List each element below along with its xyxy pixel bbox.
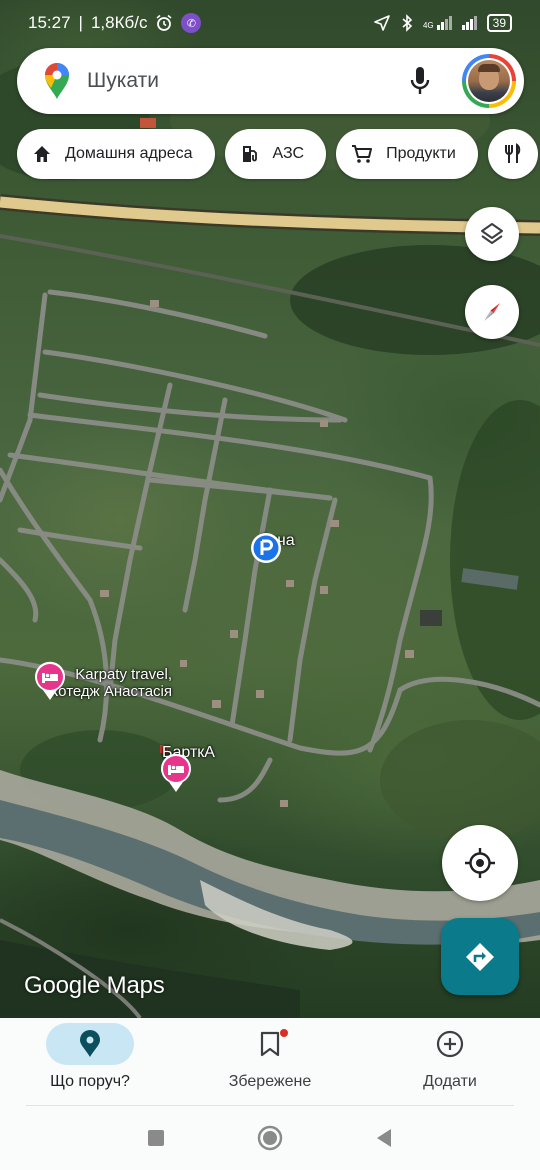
network-speed: 1,8Кб/с (90, 13, 148, 32)
hotel-pin-icon (35, 661, 65, 700)
hotel-pin-icon (161, 753, 191, 792)
place-bartka[interactable]: БарткА (158, 744, 215, 792)
my-location-icon (465, 848, 495, 878)
place-karpaty-travel[interactable]: Karpaty travel, Котедж Анастасія (30, 661, 172, 700)
nav-icon-container (226, 1023, 314, 1065)
home-button-icon[interactable] (257, 1125, 283, 1151)
bookmark-icon (260, 1031, 280, 1057)
cell-signal-icon: 4G (423, 16, 452, 30)
recent-apps-icon[interactable] (147, 1129, 165, 1147)
search-input[interactable]: Шукати (87, 69, 400, 93)
nav-explore[interactable]: Що поруч? (0, 1018, 180, 1106)
search-bar[interactable]: Шукати (17, 48, 524, 114)
chip-label: АЗС (272, 145, 305, 162)
google-maps-attribution: Google Maps (24, 972, 165, 999)
cart-icon (352, 145, 373, 163)
my-location-button[interactable] (442, 825, 518, 901)
nav-label: Що поруч? (50, 1073, 130, 1090)
chip-label: Домашня адреса (65, 145, 193, 162)
chip-gas-station[interactable]: АЗС (224, 129, 327, 179)
layers-icon (481, 223, 503, 244)
account-avatar[interactable] (462, 54, 516, 108)
nav-label: Збережене (228, 1073, 312, 1090)
cell-signal-2-icon (461, 16, 477, 30)
google-maps-logo-icon (37, 62, 77, 100)
nav-icon-container (406, 1023, 494, 1065)
chip-restaurants[interactable] (487, 129, 538, 179)
system-navigation-bar (0, 1106, 540, 1170)
notification-dot (280, 1029, 288, 1037)
back-icon[interactable] (375, 1128, 393, 1148)
location-arrow-icon (374, 15, 390, 31)
bottom-navigation: Що поруч? Збережене Додати (0, 1018, 540, 1106)
alarm-icon (156, 14, 172, 31)
network-type: 4G (422, 21, 434, 30)
category-chips: Домашня адреса АЗС Продукти (17, 129, 538, 179)
directions-button[interactable] (441, 918, 519, 995)
nav-saved[interactable]: Збережене (180, 1018, 360, 1106)
profile-photo (468, 60, 510, 102)
location-pin-icon (80, 1030, 100, 1057)
chip-label: Продукти (386, 145, 456, 162)
restaurant-icon (504, 143, 521, 163)
battery-indicator: 39 (486, 14, 512, 32)
nav-contribute[interactable]: Додати (360, 1018, 540, 1106)
directions-icon (466, 942, 494, 971)
chip-home[interactable]: Домашня адреса (17, 129, 215, 179)
place-dacha[interactable]: Дача (250, 532, 295, 563)
bluetooth-icon (402, 14, 413, 32)
viber-icon: ✆ (181, 13, 202, 33)
nav-label: Додати (423, 1073, 477, 1090)
status-time: 15:27 (28, 13, 71, 32)
compass-icon (484, 303, 500, 321)
parking-icon (251, 533, 281, 563)
mic-icon (410, 67, 430, 94)
chip-groceries[interactable]: Продукти (336, 129, 478, 179)
status-divider: | (78, 13, 83, 32)
layers-button[interactable] (465, 207, 519, 261)
compass-button[interactable] (465, 285, 519, 339)
home-icon (34, 146, 50, 162)
voice-search-button[interactable] (400, 66, 440, 96)
fuel-icon (242, 146, 257, 162)
status-bar: 15:27 | 1,8Кб/с ✆ 4G 39 (0, 0, 540, 46)
nav-icon-container (46, 1023, 134, 1065)
add-circle-icon (436, 1030, 464, 1058)
